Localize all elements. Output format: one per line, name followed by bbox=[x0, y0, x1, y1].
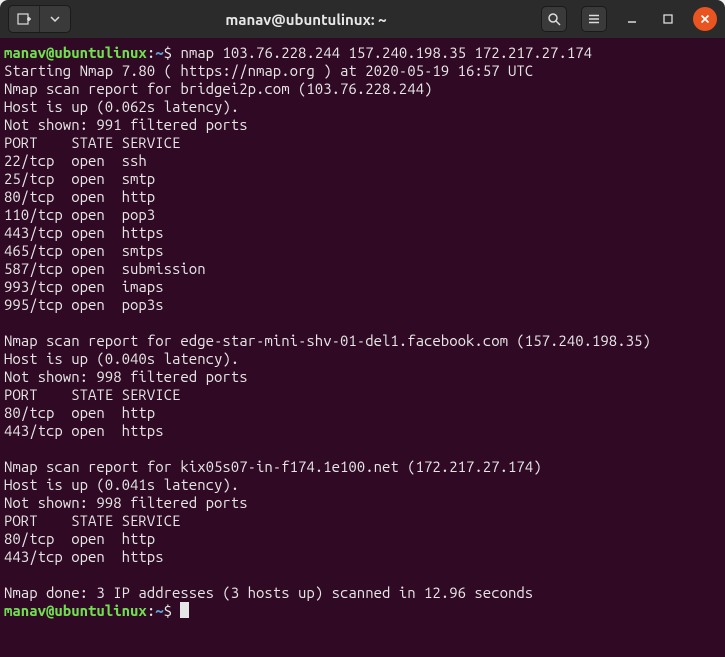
output-line: 80/tcp open http bbox=[4, 404, 155, 421]
output-line: 110/tcp open pop3 bbox=[4, 206, 155, 223]
output-line: PORT STATE SERVICE bbox=[4, 134, 180, 151]
output-line: Starting Nmap 7.80 ( https://nmap.org ) … bbox=[4, 62, 533, 79]
output-line: Nmap scan report for edge-star-mini-shv-… bbox=[4, 332, 651, 349]
output-line: Not shown: 998 filtered ports bbox=[4, 494, 248, 511]
chevron-down-icon[interactable] bbox=[40, 6, 70, 32]
output-line: Host is up (0.041s latency). bbox=[4, 476, 239, 493]
output-line: 80/tcp open http bbox=[4, 530, 155, 547]
output-line: 465/tcp open smtps bbox=[4, 242, 164, 259]
output-line: Not shown: 998 filtered ports bbox=[4, 368, 248, 385]
output-line: 443/tcp open https bbox=[4, 224, 164, 241]
maximize-icon bbox=[662, 13, 674, 25]
prompt-sep: : bbox=[147, 44, 155, 61]
output-line: 995/tcp open pop3s bbox=[4, 296, 164, 313]
terminal-body[interactable]: manav@ubuntulinux:~$ nmap 103.76.228.244… bbox=[0, 38, 725, 657]
output-line: 587/tcp open submission bbox=[4, 260, 206, 277]
output-line: 22/tcp open ssh bbox=[4, 152, 147, 169]
output-line: 443/tcp open https bbox=[4, 548, 164, 565]
titlebar: manav@ubuntulinux: ~ bbox=[0, 0, 725, 38]
prompt-path: ~ bbox=[155, 602, 163, 619]
minimize-button[interactable] bbox=[621, 8, 643, 30]
prompt-sep: : bbox=[147, 602, 155, 619]
prompt-user: manav@ubuntulinux bbox=[4, 44, 147, 61]
titlebar-right bbox=[541, 6, 717, 32]
output-line: 80/tcp open http bbox=[4, 188, 155, 205]
prompt-user: manav@ubuntulinux bbox=[4, 602, 147, 619]
output-line: Nmap scan report for kix05s07-in-f174.1e… bbox=[4, 458, 542, 475]
window-title: manav@ubuntulinux: ~ bbox=[71, 11, 541, 28]
output-line: 25/tcp open smtp bbox=[4, 170, 155, 187]
new-tab-icon[interactable] bbox=[9, 6, 39, 32]
terminal-window: manav@ubuntulinux: ~ bbox=[0, 0, 725, 657]
command-text: nmap 103.76.228.244 157.240.198.35 172.2… bbox=[180, 44, 592, 61]
close-button[interactable] bbox=[693, 7, 717, 31]
output-line: Not shown: 991 filtered ports bbox=[4, 116, 248, 133]
minimize-icon bbox=[626, 13, 638, 25]
output-line: Host is up (0.062s latency). bbox=[4, 98, 239, 115]
search-icon bbox=[547, 12, 561, 26]
search-button[interactable] bbox=[541, 6, 567, 32]
output-line: PORT STATE SERVICE bbox=[4, 386, 180, 403]
prompt-path: ~ bbox=[155, 44, 163, 61]
menu-button[interactable] bbox=[581, 6, 607, 32]
maximize-button[interactable] bbox=[657, 8, 679, 30]
titlebar-left bbox=[8, 5, 71, 33]
output-line: PORT STATE SERVICE bbox=[4, 512, 180, 529]
new-tab-button-group[interactable] bbox=[8, 5, 71, 33]
close-icon bbox=[700, 14, 710, 24]
output-line: 443/tcp open https bbox=[4, 422, 164, 439]
hamburger-icon bbox=[587, 12, 601, 26]
output-line: 993/tcp open imaps bbox=[4, 278, 164, 295]
cursor bbox=[180, 602, 189, 618]
prompt-symbol: $ bbox=[164, 44, 181, 61]
output-line: Host is up (0.040s latency). bbox=[4, 350, 239, 367]
output-line: Nmap scan report for bridgei2p.com (103.… bbox=[4, 80, 432, 97]
prompt-symbol: $ bbox=[164, 602, 181, 619]
output-line: Nmap done: 3 IP addresses (3 hosts up) s… bbox=[4, 584, 533, 601]
